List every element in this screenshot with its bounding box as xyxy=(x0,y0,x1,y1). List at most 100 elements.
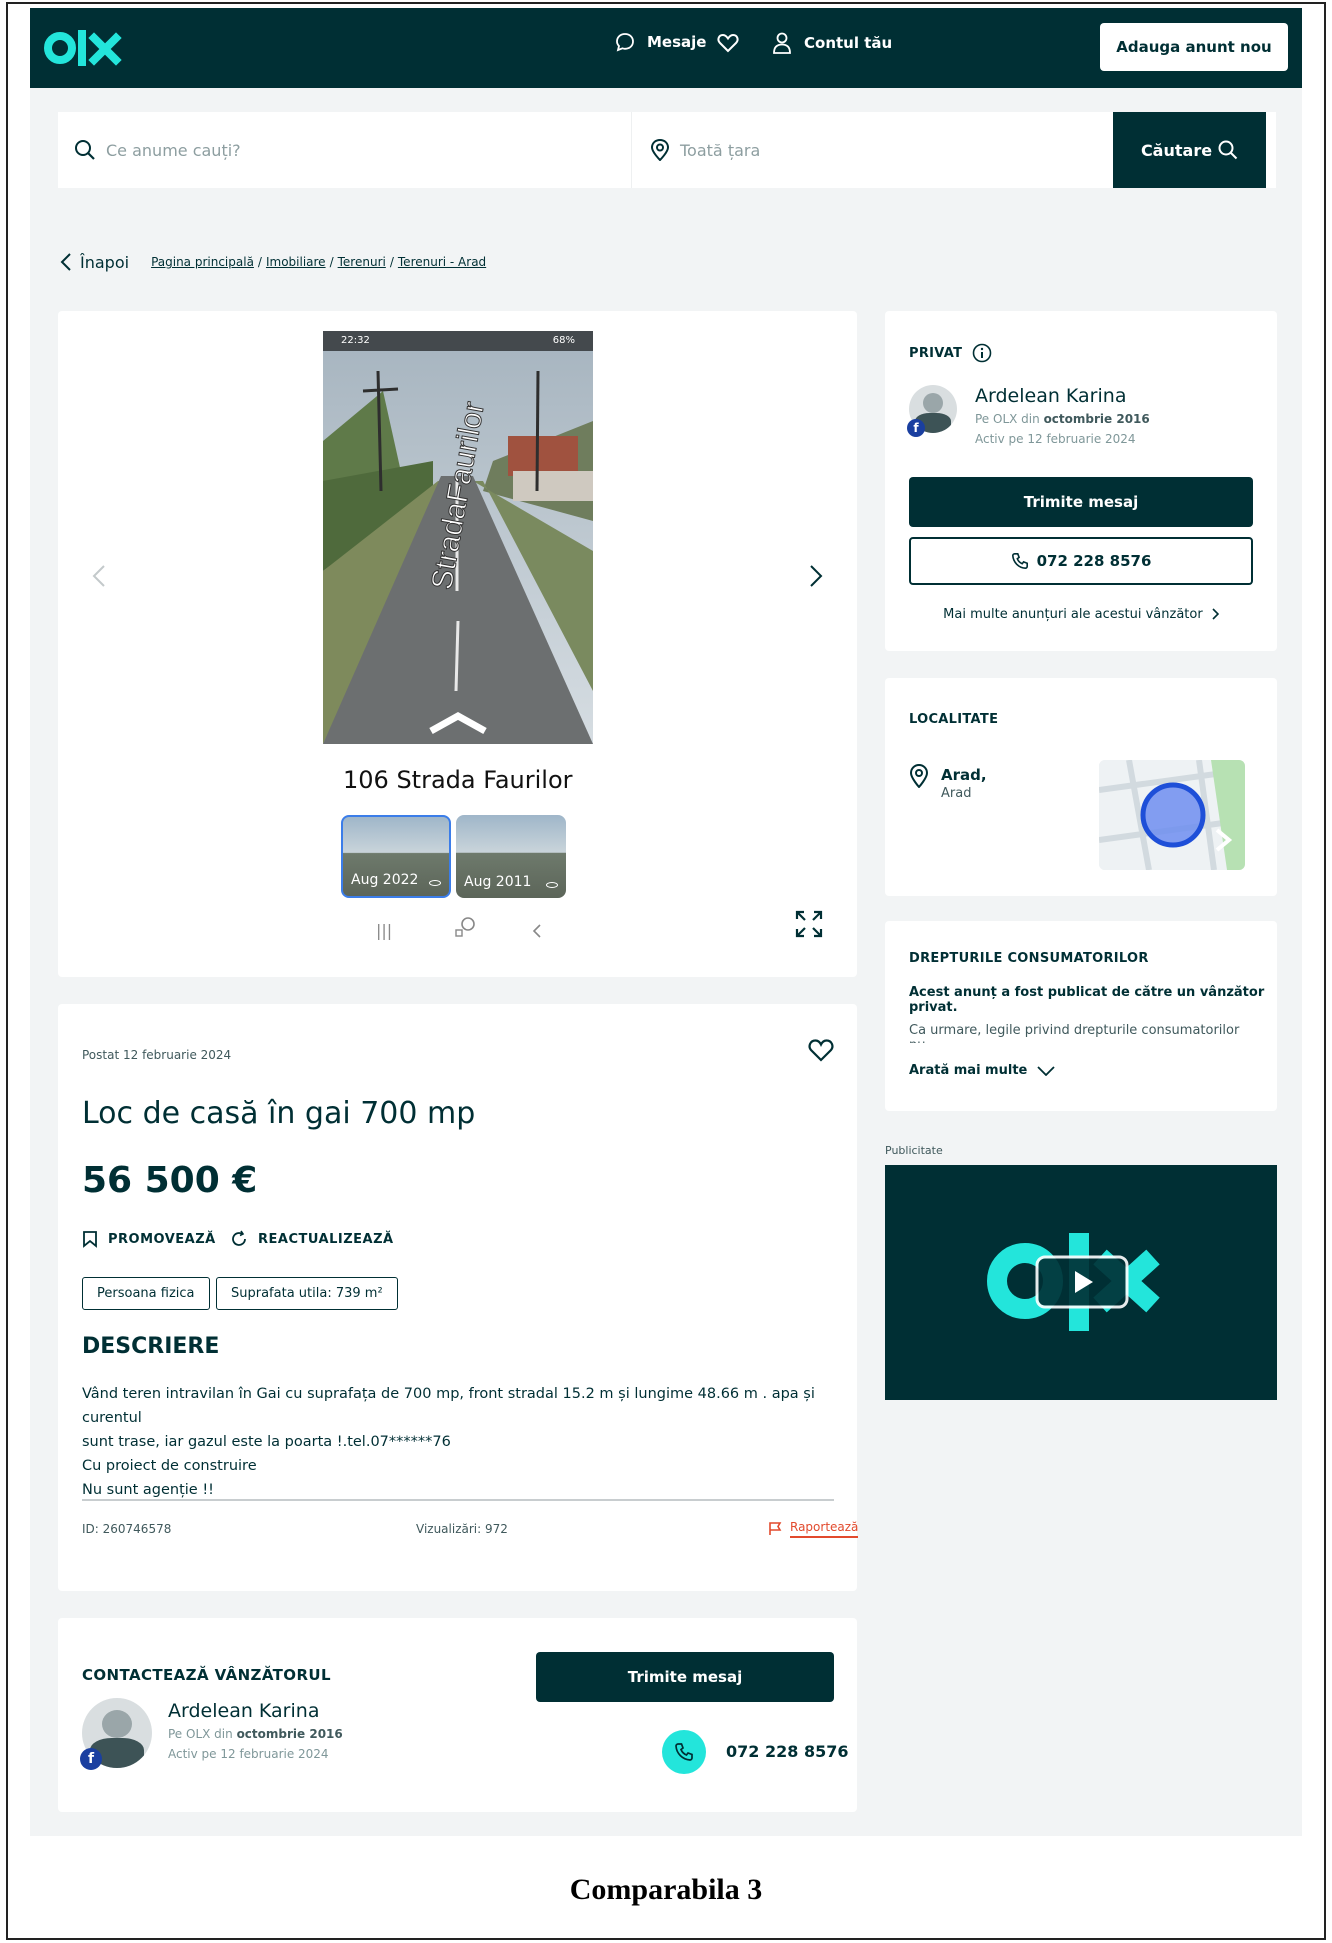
fullscreen-icon[interactable] xyxy=(793,908,825,940)
olx-listing-page: Mesaje Contul tău Adauga anunt nou Ce an… xyxy=(30,8,1302,1836)
contact-seller-card: CONTACTEAZĂ VÂNZĂTORUL f Ardelean Karina… xyxy=(58,1618,857,1812)
facebook-icon: f xyxy=(80,1748,102,1770)
gallery-prev-button[interactable] xyxy=(83,556,115,596)
location-input[interactable]: Toată țara xyxy=(680,141,760,160)
flag-icon xyxy=(769,1522,782,1535)
messages-label: Mesaje xyxy=(647,33,707,51)
seller-active: Activ pe 12 februarie 2024 xyxy=(168,1747,329,1761)
tag-seller-type: Persoana fizica xyxy=(82,1277,210,1310)
seller-type-label: PRIVAT xyxy=(909,345,963,361)
send-message-button[interactable]: Trimite mesaj xyxy=(536,1652,834,1702)
refresh-label: REACTUALIZEAZĂ xyxy=(258,1231,394,1247)
seller-since-date: octombrie 2016 xyxy=(236,1727,343,1741)
street-view-image: StradaFaurilor xyxy=(323,331,593,744)
thumbnail-aug-2011[interactable]: Aug 2011 xyxy=(456,815,566,898)
chevron-right-icon xyxy=(1212,608,1219,620)
document-caption: Comparabila 3 xyxy=(569,1873,763,1906)
messages-link[interactable]: Mesaje xyxy=(615,32,706,52)
refresh-icon xyxy=(232,1230,246,1246)
consumer-rights-notice: Acest anunț a fost publicat de către un … xyxy=(909,985,1265,1015)
info-icon[interactable] xyxy=(972,343,992,363)
description-heading: DESCRIERE xyxy=(82,1334,220,1359)
search-icon xyxy=(1218,140,1238,160)
seller-type: PRIVAT xyxy=(909,343,992,363)
consumer-rights-card: DREPTURILE CONSUMATORILOR Acest anunț a … xyxy=(885,921,1277,1111)
divider xyxy=(82,1499,834,1501)
report-link[interactable]: Raportează xyxy=(768,1520,859,1538)
breadcrumb-home[interactable]: Pagina principală xyxy=(151,255,254,269)
breadcrumb-real-estate[interactable]: Imobiliare xyxy=(266,255,326,269)
phone-icon xyxy=(1011,552,1028,570)
seller-since: Pe OLX din octombrie 2016 xyxy=(168,1727,343,1741)
show-phone-button[interactable]: 072 228 8576 xyxy=(909,537,1253,585)
account-link[interactable]: Contul tău xyxy=(772,32,892,54)
seller-card: PRIVAT f Ardelean Karina Pe OLX din octo… xyxy=(885,311,1277,651)
heart-icon[interactable] xyxy=(717,33,739,53)
search-input[interactable]: Ce anume cauți? xyxy=(106,141,241,160)
tag-surface: Suprafata utila: 739 m² xyxy=(216,1277,398,1310)
phone-icon xyxy=(675,1743,693,1761)
location-city: Arad, xyxy=(941,766,987,784)
post-ad-button[interactable]: Adauga anunt nou xyxy=(1100,23,1288,71)
phone-status-bar: 22:32 68% xyxy=(323,331,593,351)
seller-since: Pe OLX din octombrie 2016 xyxy=(975,412,1150,426)
thumbnail-date: Aug 2022 xyxy=(351,872,419,888)
search-bar: Ce anume cauți? Toată țara Căutare xyxy=(58,112,1276,188)
search-query-field[interactable]: Ce anume cauți? xyxy=(58,112,632,188)
eye-icon xyxy=(546,882,558,888)
thumbnail-aug-2022[interactable]: Aug 2022 xyxy=(341,815,451,898)
street-view-title: 106 Strada Faurilor xyxy=(343,766,573,794)
search-button[interactable]: Căutare xyxy=(1113,112,1266,188)
seller-name: Ardelean Karina xyxy=(168,1700,320,1722)
send-message-button[interactable]: Trimite mesaj xyxy=(909,477,1253,527)
map-thumbnail xyxy=(1099,760,1245,870)
promote-label: PROMOVEAZĂ xyxy=(108,1231,216,1247)
show-more-label: Arată mai multe xyxy=(909,1063,1028,1078)
show-more-button[interactable]: Arată mai multe xyxy=(909,1063,1055,1078)
account-label: Contul tău xyxy=(804,34,893,52)
chat-bubble-icon xyxy=(616,33,634,52)
advertising-video[interactable] xyxy=(885,1165,1277,1400)
location-pin-icon xyxy=(909,764,929,788)
seller-since-date: octombrie 2016 xyxy=(1043,412,1150,426)
listing-photo[interactable]: StradaFaurilor 22:32 68% xyxy=(323,331,593,744)
heart-icon[interactable] xyxy=(808,1038,834,1062)
photo-gallery: StradaFaurilor 22:32 68% 106 Strada Faur… xyxy=(58,311,857,977)
phone-number: 072 228 8576 xyxy=(1036,552,1152,570)
call-button[interactable] xyxy=(662,1730,706,1774)
ad-details-card: Postat 12 februarie 2024 Loc de casă în … xyxy=(58,1004,859,1591)
consumer-rights-heading: DREPTURILE CONSUMATORILOR xyxy=(909,951,1149,966)
search-location-field[interactable]: Toată țara xyxy=(632,112,1112,188)
android-home-icon xyxy=(455,917,475,937)
description-line: sunt trase, iar gazul este la poarta !.t… xyxy=(82,1434,451,1450)
facebook-icon: f xyxy=(907,419,925,437)
android-recents-icon: ||| xyxy=(376,921,393,940)
location-region: Arad xyxy=(941,786,972,801)
back-label: Înapoi xyxy=(80,252,130,272)
chevron-left-icon xyxy=(92,565,105,587)
seller-active: Activ pe 12 februarie 2024 xyxy=(975,432,1136,446)
refresh-button[interactable]: REACTUALIZEAZĂ xyxy=(230,1230,394,1248)
thumbnail-date: Aug 2011 xyxy=(464,874,532,890)
back-link[interactable]: Înapoi xyxy=(60,252,129,272)
seller-since-prefix: Pe OLX din xyxy=(168,1727,233,1741)
breadcrumb-land-arad[interactable]: Terenuri - Arad xyxy=(398,255,486,269)
phone-number[interactable]: 072 228 8576 xyxy=(726,1742,848,1761)
chevron-left-icon xyxy=(60,253,71,271)
consumer-rights-text: Ca urmare, legile privind drepturile con… xyxy=(909,1023,1240,1043)
eye-icon xyxy=(429,880,441,886)
posted-date: Postat 12 februarie 2024 xyxy=(82,1048,232,1062)
promote-button[interactable]: PROMOVEAZĂ xyxy=(82,1230,216,1248)
location-map[interactable] xyxy=(1099,760,1245,870)
contact-heading: CONTACTEAZĂ VÂNZĂTORUL xyxy=(82,1666,331,1684)
olx-logo[interactable] xyxy=(44,26,124,70)
seller-since-prefix: Pe OLX din xyxy=(975,412,1040,426)
android-back-icon xyxy=(532,924,541,938)
breadcrumb-land[interactable]: Terenuri xyxy=(338,255,386,269)
ad-views: Vizualizări: 972 xyxy=(416,1522,508,1536)
location-card: LOCALITATE Arad, Arad xyxy=(885,678,1277,896)
user-icon xyxy=(773,32,791,54)
gallery-next-button[interactable] xyxy=(800,556,832,596)
report-label: Raportează xyxy=(790,1520,859,1538)
more-ads-link[interactable]: Mai multe anunțuri ale acestui vânzător xyxy=(885,607,1277,622)
